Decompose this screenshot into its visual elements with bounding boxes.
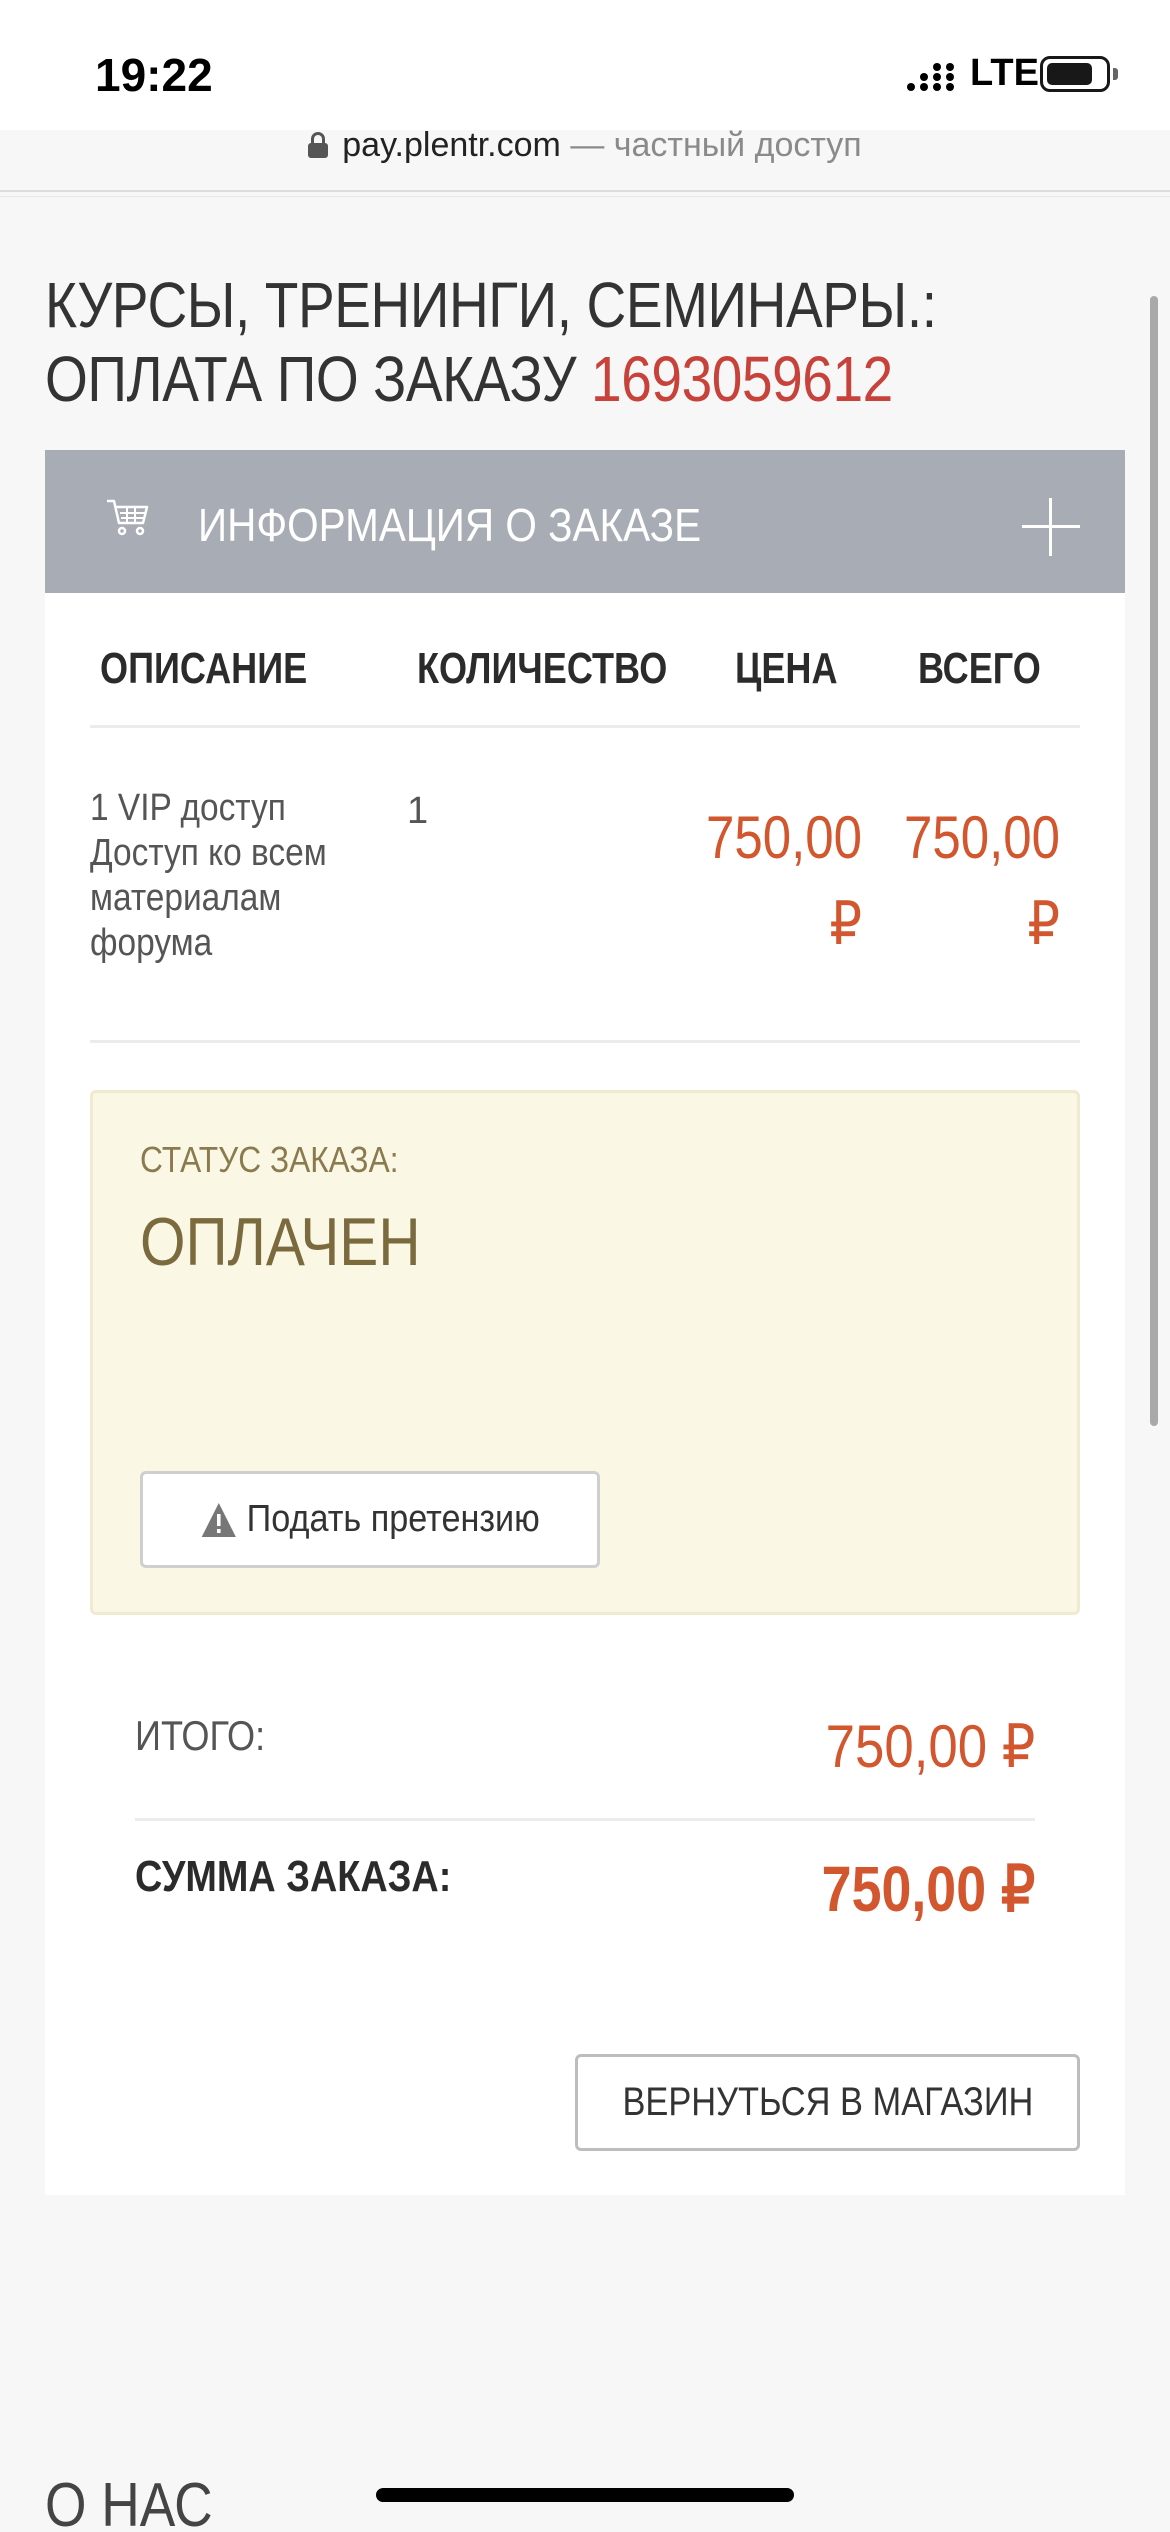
- subtotal-value: 750,00 ₽: [825, 1713, 1035, 1780]
- battery-cap: [1113, 68, 1118, 80]
- address-bar[interactable]: pay.plentr.com — частный доступ: [0, 126, 1170, 165]
- battery-icon: [1040, 56, 1110, 92]
- footer-about-heading: О НАС: [45, 2471, 213, 2532]
- home-indicator[interactable]: [376, 2488, 794, 2502]
- plus-icon[interactable]: [1022, 498, 1080, 556]
- scrollbar[interactable]: [1150, 296, 1158, 1426]
- item-price: 750,00 ₽: [706, 804, 862, 957]
- clock: 19:22: [95, 49, 213, 101]
- return-to-shop-label: ВЕРНУТЬСЯ В МАГАЗИН: [622, 2080, 1033, 2124]
- order-number: 1693059612: [591, 343, 893, 415]
- item-quantity: 1: [407, 790, 429, 832]
- order-info-title: ИНФОРМАЦИЯ О ЗАКАЗЕ: [198, 499, 702, 551]
- order-status-box: СТАТУС ЗАКАЗА: ОПЛАЧЕН Подать претензию: [90, 1090, 1080, 1615]
- order-sum-value: 750,00 ₽: [821, 1853, 1035, 1925]
- file-claim-label: Подать претензию: [246, 1498, 540, 1540]
- status-bar: 19:22 LTE pay.plentr.com — частный досту…: [0, 0, 1170, 164]
- url-privacy-label: — частный доступ: [570, 126, 862, 164]
- url-domain: pay.plentr.com: [342, 126, 561, 164]
- order-sum-label: СУММА ЗАКАЗА:: [135, 1852, 452, 1901]
- divider: [90, 725, 1080, 728]
- status-label: СТАТУС ЗАКАЗА:: [140, 1139, 399, 1180]
- column-header-total: ВСЕГО: [918, 644, 1041, 693]
- network-type: LTE: [970, 52, 1039, 94]
- battery-level: [1047, 63, 1092, 85]
- order-card: ИНФОРМАЦИЯ О ЗАКАЗЕ ОПИСАНИЕ КОЛИЧЕСТВО …: [45, 450, 1125, 2195]
- status-value: ОПЛАЧЕН: [140, 1204, 421, 1280]
- divider: [90, 1040, 1080, 1043]
- divider: [0, 190, 1170, 192]
- column-header-description: ОПИСАНИЕ: [100, 644, 308, 693]
- column-header-price: ЦЕНА: [735, 644, 838, 693]
- divider: [0, 196, 1170, 197]
- column-header-quantity: КОЛИЧЕСТВО: [417, 644, 668, 693]
- item-total: 750,00 ₽: [904, 804, 1060, 957]
- lock-icon: [308, 132, 329, 158]
- cart-icon: [107, 499, 149, 536]
- order-info-header[interactable]: ИНФОРМАЦИЯ О ЗАКАЗЕ: [45, 450, 1125, 593]
- page-title: КУРСЫ, ТРЕНИНГИ, СЕМИНАРЫ.: ОПЛАТА ПО ЗА…: [45, 268, 1103, 416]
- divider: [135, 1818, 1035, 1821]
- subtotal-label: ИТОГО:: [135, 1712, 266, 1759]
- warning-icon: [201, 1502, 237, 1537]
- page-title-line1: КУРСЫ, ТРЕНИНГИ, СЕМИНАРЫ.:: [45, 269, 937, 341]
- signal-strength-icon: [907, 63, 954, 91]
- page-title-line2: ОПЛАТА ПО ЗАКАЗУ: [45, 343, 592, 415]
- item-description: 1 VIP доступ Доступ ко всем материалам ф…: [90, 787, 327, 964]
- return-to-shop-button[interactable]: ВЕРНУТЬСЯ В МАГАЗИН: [575, 2054, 1080, 2151]
- file-claim-button[interactable]: Подать претензию: [140, 1471, 600, 1568]
